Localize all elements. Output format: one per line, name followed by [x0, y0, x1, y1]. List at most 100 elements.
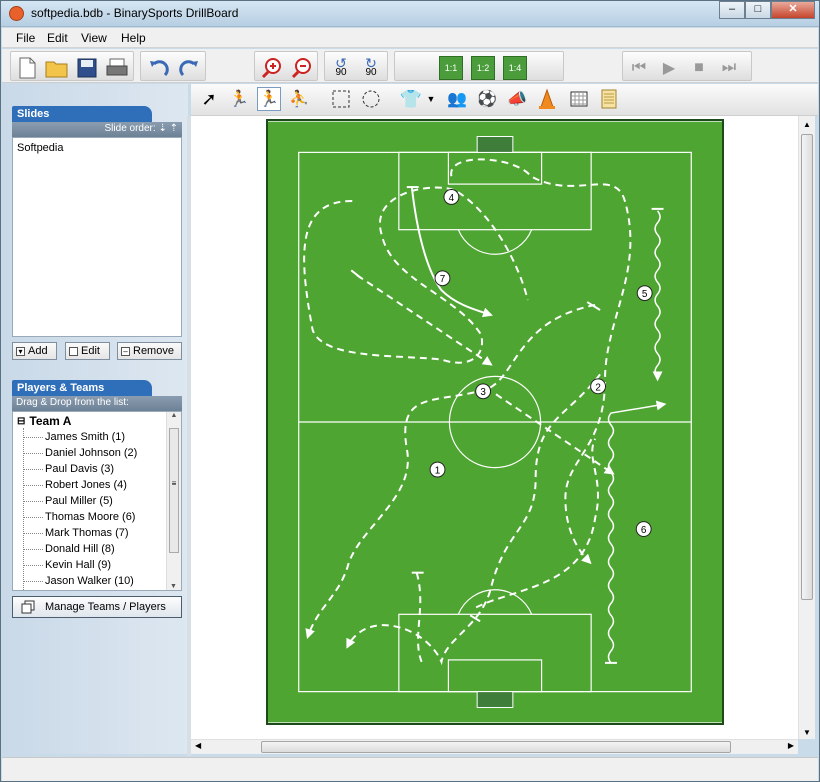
scroll-down-icon[interactable]: ▼ — [167, 583, 180, 590]
add-slide-label: Add — [28, 345, 48, 357]
zoom-out-button[interactable] — [289, 56, 313, 80]
layout-toolbar-group: 1:1 1:2 1:4 — [394, 51, 564, 81]
slide-item[interactable]: Softpedia — [17, 142, 63, 154]
sort-up-button[interactable]: ⇡ — [170, 123, 178, 134]
layout-1-1-button[interactable]: 1:1 — [439, 56, 463, 80]
print-button[interactable] — [105, 56, 129, 80]
shirt-icon: 👕 — [399, 88, 423, 109]
sort-down-button[interactable]: ⇣ — [158, 123, 166, 134]
slide-order-bar: Slide order: ⇣ ⇡ — [12, 122, 182, 137]
ellipse-tool[interactable] — [359, 87, 383, 111]
player-item[interactable]: Paul Miller (5) — [23, 493, 113, 509]
player-marker[interactable]: 3 — [475, 383, 492, 400]
scroll-up-icon[interactable]: ▲ — [167, 412, 181, 419]
pointer-icon: ➚ — [201, 88, 217, 109]
ball-tool[interactable]: ⚽ — [475, 87, 499, 111]
edit-slide-label: Edit — [81, 345, 100, 357]
player-item[interactable]: Thomas Moore (6) — [23, 509, 135, 525]
player-item[interactable]: Paul Davis (3) — [23, 461, 114, 477]
team-icon: 👥 — [447, 91, 467, 108]
save-icon — [77, 58, 97, 78]
player-item[interactable]: Donald Hill (8) — [23, 541, 115, 557]
close-button[interactable]: ✕ — [771, 1, 815, 19]
canvas-horizontal-scrollbar[interactable]: ◀ ▶ — [191, 739, 798, 754]
menu-edit[interactable]: Edit — [47, 31, 68, 45]
player-marker[interactable]: 6 — [635, 521, 652, 537]
whistle-tool[interactable]: 📣 — [505, 87, 529, 111]
rotate-right-button[interactable]: ↻ 90 — [359, 56, 383, 80]
scroll-thumb[interactable]: ≡ — [169, 428, 179, 553]
undo-button[interactable] — [147, 56, 171, 80]
cone-icon — [539, 88, 555, 109]
history-toolbar-group — [140, 51, 206, 81]
collapse-icon[interactable]: ⊟ — [17, 416, 25, 427]
canvas-vertical-scrollbar[interactable]: ▲ ▼ — [798, 116, 815, 739]
layout-1-2-button[interactable]: 1:2 — [471, 56, 495, 80]
redo-button[interactable] — [177, 56, 201, 80]
player-item[interactable]: Robert Jones (4) — [23, 477, 127, 493]
run-tool[interactable]: 🏃 — [257, 87, 281, 111]
maximize-button[interactable]: □ — [745, 1, 771, 19]
player-marker[interactable]: 4 — [443, 189, 460, 205]
goal-icon — [570, 91, 588, 107]
scroll-thumb[interactable] — [261, 741, 731, 753]
dribble-tool[interactable]: ⛹ — [287, 87, 311, 111]
rectangle-tool[interactable] — [329, 87, 353, 111]
player-item[interactable]: Kevin Hall (9) — [23, 557, 111, 573]
scroll-thumb[interactable] — [801, 134, 813, 600]
play-button[interactable]: ▶ — [657, 56, 681, 80]
player-dribble-icon: ⛹ — [289, 91, 309, 108]
first-slide-button[interactable]: ⏮ — [627, 56, 651, 80]
player-marker[interactable]: 7 — [434, 270, 451, 287]
notes-tool[interactable] — [597, 87, 621, 111]
save-button[interactable] — [75, 56, 99, 80]
players-scrollbar[interactable]: ▲ ≡ ▼ — [166, 412, 181, 590]
scroll-down-icon[interactable]: ▼ — [799, 728, 815, 737]
ellipse-icon — [362, 90, 380, 108]
player-item[interactable]: Mark Thomas (7) — [23, 525, 129, 541]
team-tool[interactable]: 👥 — [445, 87, 469, 111]
menu-view[interactable]: View — [81, 31, 107, 45]
cone-tool[interactable] — [535, 87, 559, 111]
scroll-left-icon[interactable]: ◀ — [195, 741, 201, 750]
open-file-button[interactable] — [45, 56, 69, 80]
menu-file[interactable]: File — [16, 31, 35, 45]
player-item[interactable]: Daniel Johnson (2) — [23, 445, 137, 461]
scroll-up-icon[interactable]: ▲ — [799, 120, 815, 129]
new-file-button[interactable] — [15, 56, 39, 80]
shirt-tool[interactable]: 👕 — [399, 87, 423, 111]
run-with-ball-tool[interactable]: 🏃 — [227, 87, 251, 111]
minimize-button[interactable]: – — [719, 1, 745, 19]
slides-list: Softpedia — [12, 137, 182, 337]
goal-tool[interactable] — [567, 87, 591, 111]
player-marker[interactable]: 2 — [590, 378, 607, 395]
zoom-in-button[interactable] — [259, 56, 283, 80]
skip-back-icon: ⏮ — [631, 59, 647, 76]
player-item[interactable]: James Smith (1) — [23, 429, 125, 445]
last-slide-button[interactable]: ⏭ — [717, 56, 741, 80]
player-item[interactable]: Jason Walker (10) — [23, 573, 134, 589]
select-tool[interactable]: ➚ — [197, 87, 221, 111]
layout-1-4-button[interactable]: 1:4 — [503, 56, 527, 80]
remove-slide-button[interactable]: – Remove — [117, 342, 182, 360]
soccer-pitch[interactable]: 1 2 3 4 5 6 7 — [266, 119, 724, 725]
main-toolbar: ↺ 90 ↻ 90 1:1 1:2 1:4 ⏮ ▶ ■ ⏭ — [2, 49, 818, 83]
player-marker[interactable]: 5 — [636, 285, 653, 302]
chevron-down-icon: ▼ — [426, 94, 436, 104]
edit-slide-button[interactable]: Edit — [65, 342, 110, 360]
player-marker-label: 7 — [440, 274, 446, 285]
stop-button[interactable]: ■ — [687, 56, 711, 80]
notepad-icon — [601, 89, 617, 109]
scroll-right-icon[interactable]: ▶ — [788, 741, 794, 750]
team-node[interactable]: ⊟ Team A — [17, 413, 71, 429]
menu-help[interactable]: Help — [121, 31, 146, 45]
player-marker[interactable]: 1 — [429, 461, 446, 478]
add-slide-button[interactable]: ▾ Add — [12, 342, 57, 360]
player-name: James Smith (1) — [45, 431, 126, 443]
manage-teams-button[interactable]: Manage Teams / Players — [12, 596, 182, 618]
playback-toolbar-group: ⏮ ▶ ■ ⏭ — [622, 51, 752, 81]
shirt-dropdown[interactable]: ▼ — [425, 87, 437, 111]
slide-order-label: Slide order: — [104, 123, 156, 134]
players-panel-header: Players & Teams — [12, 380, 152, 396]
rotate-left-button[interactable]: ↺ 90 — [329, 56, 353, 80]
